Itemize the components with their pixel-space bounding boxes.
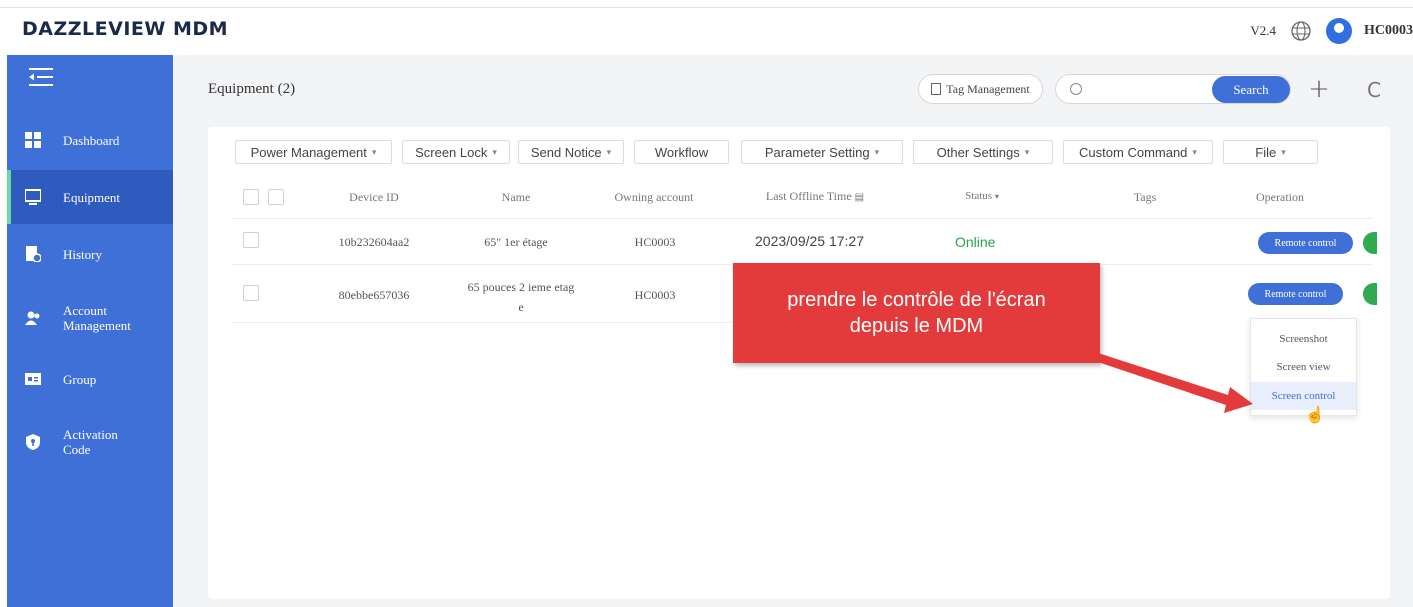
monitor-icon: [25, 189, 41, 205]
owner-cell: HC0003: [634, 235, 676, 249]
other-settings-dropdown[interactable]: Other Settings ▾: [913, 140, 1053, 164]
chevron-down-icon: ▾: [371, 146, 377, 157]
column-device-id: Device ID: [349, 190, 399, 204]
menu-item-screen-control[interactable]: Screen control: [1251, 382, 1356, 410]
column-last-offline-time: Last Offline Time ▤: [765, 189, 865, 203]
status-badge: Online: [955, 234, 996, 250]
sidebar-item-label: Account Management: [63, 303, 131, 333]
username[interactable]: HC0003: [1364, 23, 1413, 39]
sidebar-item-label: Equipment: [63, 189, 121, 205]
last-offline-cell: 2023/09/25 17:27: [755, 233, 864, 249]
device-id-cell: 80ebbe657036: [338, 288, 410, 302]
device-id-cell: 10b232604aa2: [338, 235, 410, 249]
name-cell: 65" 1er étage: [484, 235, 548, 249]
refresh-icon[interactable]: C: [1360, 76, 1388, 104]
select-all-checkbox[interactable]: [243, 189, 259, 205]
sidebar-item-equipment[interactable]: Equipment: [7, 170, 173, 224]
page-title: Equipment (2): [208, 81, 296, 97]
sidebar-item-label: History: [63, 246, 102, 262]
name-cell: 65 pouces 2 ieme etag e: [467, 280, 575, 314]
chevron-down-icon: ▾: [994, 192, 999, 201]
screen-lock-dropdown[interactable]: Screen Lock ▾: [402, 140, 510, 164]
tag-icon: [931, 83, 942, 95]
brand-logo: DAZZLEVIEW MDM: [22, 18, 229, 40]
sidebar: Dashboard Equipment History Account Manag…: [7, 55, 173, 607]
column-status[interactable]: Status ▾: [942, 190, 1022, 202]
column-operation: Operation: [1256, 190, 1304, 204]
avatar[interactable]: [1326, 18, 1352, 44]
sidebar-item-dashboard[interactable]: Dashboard: [7, 113, 173, 167]
version-label: V2.4: [1250, 23, 1276, 38]
row-checkbox[interactable]: [243, 285, 259, 301]
menu-item-screenshot[interactable]: Screenshot: [1251, 325, 1356, 353]
shield-icon: [26, 434, 40, 450]
select-all-checkbox-2[interactable]: [268, 189, 284, 205]
custom-command-dropdown[interactable]: Custom Command ▾: [1063, 140, 1213, 164]
divider: [232, 218, 1372, 219]
sidebar-item-history[interactable]: History: [7, 227, 173, 281]
chevron-down-icon: ▾: [492, 146, 497, 157]
history-icon: [26, 246, 41, 262]
workflow-button[interactable]: Workflow: [634, 140, 729, 164]
menu-item-screen-view[interactable]: Screen view: [1251, 353, 1356, 381]
tag-management-button[interactable]: Tag Management: [918, 74, 1043, 104]
sidebar-item-group[interactable]: Group: [7, 352, 173, 406]
chevron-down-icon: ▾: [1281, 146, 1286, 157]
hand-cursor-icon: ☝: [1305, 407, 1325, 424]
search-button[interactable]: Search: [1212, 76, 1290, 103]
power-management-dropdown[interactable]: Power Management ▾: [235, 140, 392, 164]
annotation-arrow-icon: [1092, 352, 1253, 413]
top-border: [0, 0, 1413, 8]
file-dropdown[interactable]: File ▾: [1223, 140, 1318, 164]
sidebar-item-account-management[interactable]: Account Management: [7, 291, 173, 345]
header-right: V2.4 HC0003: [1250, 14, 1413, 48]
sidebar-item-label: Activation Code: [63, 427, 118, 457]
search-icon: [1070, 83, 1082, 95]
annotation-callout: prendre le contrôle de l'écran depuis le …: [733, 263, 1100, 363]
chevron-down-icon: ▾: [1024, 146, 1030, 157]
remote-control-button[interactable]: Remote control: [1248, 283, 1343, 305]
globe-icon[interactable]: [1290, 20, 1312, 42]
parameter-setting-dropdown[interactable]: Parameter Setting ▾: [741, 140, 903, 164]
add-icon[interactable]: +: [1305, 76, 1333, 104]
column-tags: Tags: [1133, 190, 1157, 204]
menu-collapse-icon[interactable]: [29, 67, 53, 87]
chevron-down-icon: ▾: [606, 146, 612, 157]
dashboard-icon: [25, 132, 41, 148]
row-checkbox[interactable]: [243, 232, 259, 248]
account-icon: [25, 311, 40, 325]
group-icon: [25, 373, 41, 385]
sidebar-item-activation-code[interactable]: Activation Code: [7, 415, 173, 469]
chevron-down-icon: ▾: [1192, 146, 1197, 157]
sidebar-item-label: Dashboard: [63, 132, 120, 148]
sidebar-item-label: Group: [63, 371, 97, 387]
divider: [232, 322, 732, 323]
calendar-icon[interactable]: ▤: [855, 192, 864, 203]
column-owning-account: Owning account: [614, 190, 694, 204]
owner-cell: HC0003: [634, 288, 676, 302]
remote-control-menu: Screenshot Screen view Screen control: [1250, 318, 1357, 416]
chevron-down-icon: ▾: [874, 146, 880, 157]
remote-control-button[interactable]: Remote control: [1258, 232, 1353, 254]
send-notice-dropdown[interactable]: Send Notice ▾: [518, 140, 624, 164]
column-name: Name: [501, 190, 531, 204]
